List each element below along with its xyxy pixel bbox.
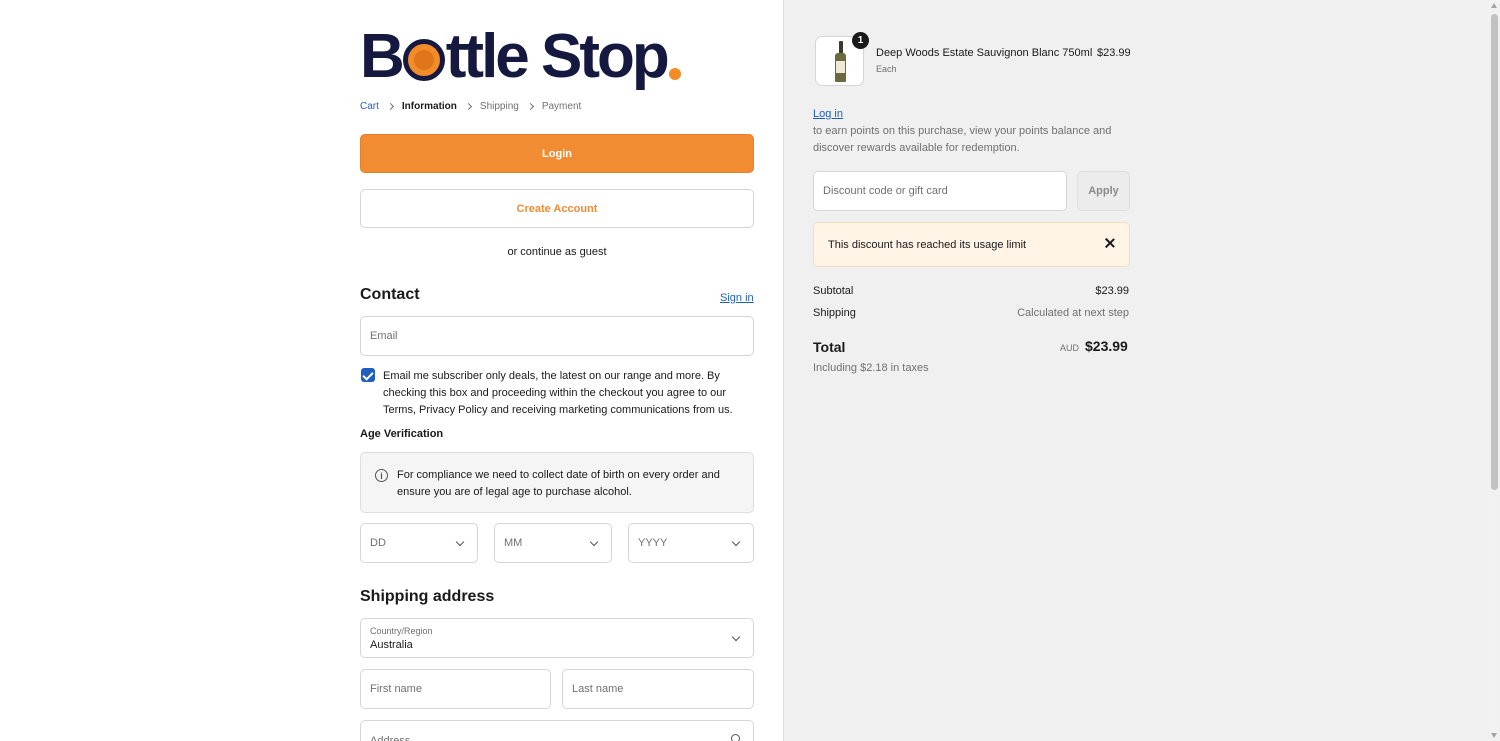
subtotal-value: $23.99 [1095, 285, 1129, 297]
last-name-field[interactable]: Last name [562, 669, 754, 709]
wine-bottle-image [835, 41, 846, 82]
apply-discount-button[interactable]: Apply [1077, 171, 1130, 211]
logo-text: ttle Stop [445, 21, 670, 91]
country-label: Country/Region [370, 626, 433, 636]
age-notice: i For compliance we need to collect date… [360, 452, 754, 513]
chevron-right-icon [526, 102, 534, 111]
address-field[interactable]: Address [360, 720, 754, 741]
contact-heading: Contact [360, 286, 420, 303]
product-name: Deep Woods Estate Sauvignon Blanc 750ml [876, 47, 1093, 59]
scroll-up-icon[interactable] [1491, 3, 1497, 8]
total-label: Total [813, 339, 846, 355]
country-select[interactable]: Country/Region Australia [360, 618, 754, 658]
age-notice-text: For compliance we need to collect date o… [397, 469, 720, 498]
first-name-field[interactable]: First name [360, 669, 551, 709]
breadcrumb-cart[interactable]: Cart [360, 101, 379, 112]
dob-day-placeholder: DD [370, 537, 386, 549]
email-field[interactable]: Email [360, 316, 754, 356]
rewards-login-link[interactable]: Log in [813, 108, 843, 120]
chevron-right-icon [386, 102, 394, 111]
shipping-address-heading: Shipping address [360, 588, 495, 605]
discount-error-alert: This discount has reached its usage limi… [813, 222, 1130, 267]
dob-month-placeholder: MM [504, 537, 523, 549]
breadcrumb-shipping: Shipping [479, 101, 519, 112]
rewards-text: to earn points on this purchase, view yo… [813, 125, 1112, 154]
currency-code: AUD [1060, 343, 1080, 353]
breadcrumb: Cart Information Shipping Payment [360, 101, 581, 112]
marketing-checkbox[interactable] [361, 368, 375, 382]
close-icon[interactable] [1103, 236, 1117, 250]
scrollbar-thumb[interactable] [1491, 14, 1498, 490]
breadcrumb-payment: Payment [541, 101, 582, 112]
total-value: $23.99 [1085, 338, 1128, 354]
logo-dot [668, 68, 681, 80]
scroll-down-icon[interactable] [1491, 733, 1497, 738]
bottle-stop-logo[interactable]: Bttle Stop [360, 21, 681, 91]
breadcrumb-information: Information [401, 101, 457, 112]
create-account-button[interactable]: Create Account [360, 189, 754, 228]
discount-code-input[interactable]: Discount code or gift card [813, 171, 1067, 211]
country-value: Australia [370, 639, 413, 651]
shipping-value: Calculated at next step [1017, 307, 1129, 319]
page-scrollbar[interactable] [1489, 0, 1500, 741]
product-price: $23.99 [1097, 47, 1131, 59]
discount-error-text: This discount has reached its usage limi… [828, 239, 1027, 251]
guest-text: or continue as guest [507, 246, 607, 258]
quantity-badge: 1 [852, 32, 869, 49]
shipping-label: Shipping [813, 307, 856, 319]
logo-letter-b: B [360, 21, 405, 91]
product-unit: Each [876, 64, 897, 74]
taxes-text: Including $2.18 in taxes [813, 362, 929, 374]
marketing-consent-text: Email me subscriber only deals, the late… [383, 370, 733, 416]
dob-year-placeholder: YYYY [638, 537, 668, 549]
bottle-cap-icon [402, 39, 445, 81]
subtotal-label: Subtotal [813, 285, 854, 297]
chevron-right-icon [464, 102, 472, 111]
search-icon [731, 734, 740, 741]
sign-in-link[interactable]: Sign in [720, 292, 754, 304]
age-verification-heading: Age Verification [360, 428, 444, 440]
info-icon: i [375, 469, 388, 482]
login-button[interactable]: Login [360, 134, 754, 173]
